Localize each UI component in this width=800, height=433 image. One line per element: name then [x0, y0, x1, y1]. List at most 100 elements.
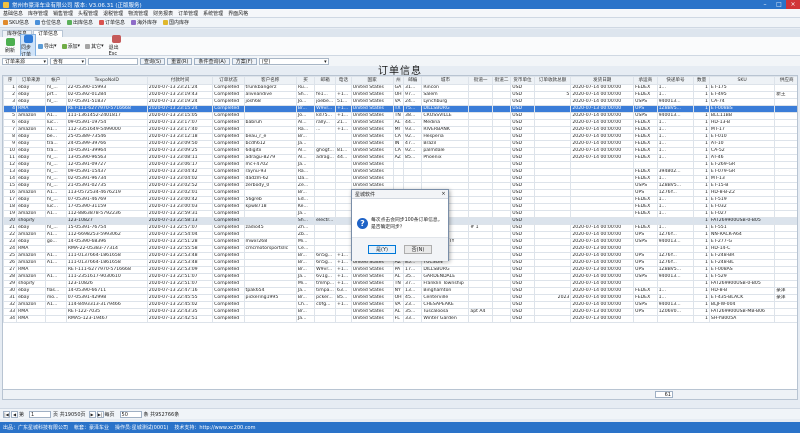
tab-orders[interactable]: 订单信息 [33, 30, 64, 37]
column-header[interactable]: 序 [3, 76, 18, 85]
quick-2-button[interactable]: 出库信息 [67, 19, 93, 26]
column-header[interactable]: 发货日期 [570, 76, 635, 85]
table-row[interactable]: 8 ebay be... 25-05389-73546 2020-07-13 23:12… [3, 133, 797, 141]
table-cell: BLJFW-004 [708, 301, 776, 309]
table-row[interactable]: 32 amazon A1... 114-8493313-3179466 2020-07-… [3, 301, 797, 309]
table-row[interactable]: 7 amazon A1... 112-3351649-5499000 2020-07-1… [3, 126, 797, 134]
table-cell: Al... [295, 154, 316, 162]
table-cell: 1... [656, 154, 695, 162]
next-page-button[interactable]: ▶ [88, 410, 96, 418]
table-cell: FEDEX [633, 287, 658, 295]
table-cell: USD [510, 252, 535, 260]
column-header[interactable]: 街道一 [468, 76, 493, 85]
table-cell [403, 168, 423, 176]
column-header[interactable]: 快递单号 [656, 76, 695, 85]
table-row[interactable]: 27 RMA RET-111-6277970-5716668 2020-07-13 2… [3, 266, 797, 274]
table-row[interactable]: 4 RMA RET-111-6277970-5716668 2020-07-13 23… [3, 105, 797, 113]
column-header[interactable]: TexpoNoID [65, 76, 148, 85]
first-page-button[interactable]: |◀ [3, 410, 10, 418]
column-header[interactable]: 付款时间 [146, 76, 214, 85]
table-cell: 9 [3, 140, 18, 148]
table-row[interactable]: 2 ebay prf... 02-05392-01284 2020-07-13 23:1… [3, 91, 797, 99]
column-header[interactable]: 帐户 [44, 76, 67, 85]
menu-item-4[interactable]: 退税管理 [103, 10, 123, 17]
table-row[interactable]: 29 shopify 123-10826 2020-07-13 22:51:07 Com… [3, 280, 797, 288]
table-row[interactable]: 28 amazon A1... 111-2351617-9030610 2020-07-… [3, 273, 797, 281]
table-row[interactable]: 31 ebay mo... 07-05391-42998 2020-07-13 22:4… [3, 294, 797, 302]
yes-button[interactable]: 是(Y) [368, 245, 396, 254]
table-row[interactable]: 33 RMA RET-122-7035 2020-07-13 22:43:35 Comp… [3, 308, 797, 316]
table-row[interactable]: 1 ebay hl_... 22-05390-15993 2020-07-13 23:2… [3, 84, 797, 92]
column-header[interactable]: 货币单位 [510, 76, 535, 85]
last-page-button[interactable]: ▶| [96, 410, 104, 418]
table-row[interactable]: 9 ebay tra... 24-05399-39766 2020-07-13 23:0… [3, 140, 797, 148]
table-row[interactable]: 12 ebay hl_... 12-05391-09727 2020-07-13 23:… [3, 161, 797, 169]
table-cell: 2020-07-14 00:00:00 [570, 287, 635, 295]
column-header[interactable]: 电话 [335, 76, 352, 85]
column-header[interactable]: 城市 [421, 76, 470, 85]
table-row[interactable]: 6 ebay luc... 09-05391-19754 2020-07-13 23:1… [3, 119, 797, 127]
page-input[interactable]: 1 [29, 410, 52, 418]
dialog-close-icon[interactable]: × [439, 191, 448, 197]
table-cell [533, 224, 572, 232]
table-cell: Completed [212, 217, 245, 225]
column-header[interactable]: 州 [392, 76, 405, 85]
table-row[interactable]: 30 ebay flas... 14-05390-66711 2020-07-13 22… [3, 287, 797, 295]
table-row[interactable]: 11 ebay hl_... 13-05390-96563 2020-07-13 23:… [3, 154, 797, 162]
prev-page-button[interactable]: ◀ [11, 410, 18, 418]
menu-item-3[interactable]: 头程管理 [78, 10, 98, 17]
table-cell: raynu-93 [243, 168, 297, 176]
quick-5-button[interactable]: 国内库存 [163, 19, 189, 26]
menu-item-9[interactable]: 界面风格 [228, 10, 248, 17]
sync-orders-button[interactable]: 同步订单 [20, 33, 36, 59]
column-header[interactable]: 供应商 [774, 76, 797, 85]
table-cell: FEDEX [633, 168, 658, 176]
table-cell [335, 196, 352, 204]
quick-4-button[interactable]: 海外库存 [131, 19, 157, 26]
minimize-icon[interactable]: – [758, 0, 772, 9]
exit-button[interactable]: 退出Esc [109, 35, 125, 57]
add-button[interactable]: 添加 ▾ [61, 43, 80, 50]
close-icon[interactable]: × [786, 0, 800, 9]
menu-item-8[interactable]: 系统管理 [203, 10, 223, 17]
quick-0-button[interactable]: SKU信息 [3, 19, 29, 26]
column-header[interactable]: 街道二 [491, 76, 512, 85]
table-cell: Mi... [295, 238, 316, 246]
table-row[interactable]: 10 ebay tra... 10-05391-39964 2020-07-13 23:… [3, 147, 797, 155]
other-button[interactable]: 其它 ▾ [85, 43, 104, 50]
table-row[interactable]: 14 ebay hl_... 02-05391-96734 2020-07-13 23:… [3, 175, 797, 183]
table-row[interactable]: 13 ebay hl_... 09-05391-15437 2020-07-13 23:… [3, 168, 797, 176]
maximize-icon[interactable]: □ [772, 0, 786, 9]
menu-item-6[interactable]: 财务报表 [153, 10, 173, 17]
column-header[interactable]: 数量 [693, 76, 710, 85]
column-header[interactable]: 客户名称 [243, 76, 297, 85]
quick-1-button[interactable]: 仓位信息 [34, 19, 61, 26]
table-cell: Completed [212, 91, 245, 99]
column-header[interactable]: 邮箱 [314, 76, 337, 85]
quick-3-button[interactable]: 订单信息 [99, 19, 125, 26]
menu-item-5[interactable]: 物流管理 [128, 10, 148, 17]
table-cell [243, 217, 297, 225]
table-cell: 26 [3, 259, 18, 267]
column-header[interactable]: 承运商 [633, 76, 658, 85]
table-cell: 2020-07-14 00:00:00 [570, 147, 635, 155]
menu-item-2[interactable]: 销售管理 [53, 10, 73, 17]
menu-item-0[interactable]: 基础信息 [3, 10, 23, 17]
per-page-select[interactable]: 50 [119, 410, 142, 418]
table-cell [314, 238, 337, 246]
column-header[interactable]: 订单来源 [16, 76, 46, 85]
column-header[interactable]: 国家 [350, 76, 394, 85]
column-header[interactable]: 订单收款总额 [533, 76, 572, 85]
column-header[interactable]: 买 [295, 76, 316, 85]
export-button[interactable]: 导出 ▾ [38, 43, 57, 50]
refresh-button[interactable]: 刷新 [2, 38, 18, 54]
column-header[interactable]: 订单状态 [212, 76, 245, 85]
table-row[interactable]: 3 ebay hl_... 07-05391-51837 2020-07-13 23:1… [3, 98, 797, 106]
table-row[interactable]: 5 amazon A1... 111-1361452-2401817 2020-07-1… [3, 112, 797, 120]
menu-item-7[interactable]: 订单管理 [178, 10, 198, 17]
no-button[interactable]: 否(N) [404, 245, 432, 254]
table-row[interactable]: 34 RMA RMA5-123-19467 2020-07-13 22:42:51 Co… [3, 315, 797, 323]
menu-item-1[interactable]: 库存管理 [28, 10, 48, 17]
column-header[interactable]: 邮编 [403, 76, 423, 85]
column-header[interactable]: SKU [708, 76, 776, 85]
